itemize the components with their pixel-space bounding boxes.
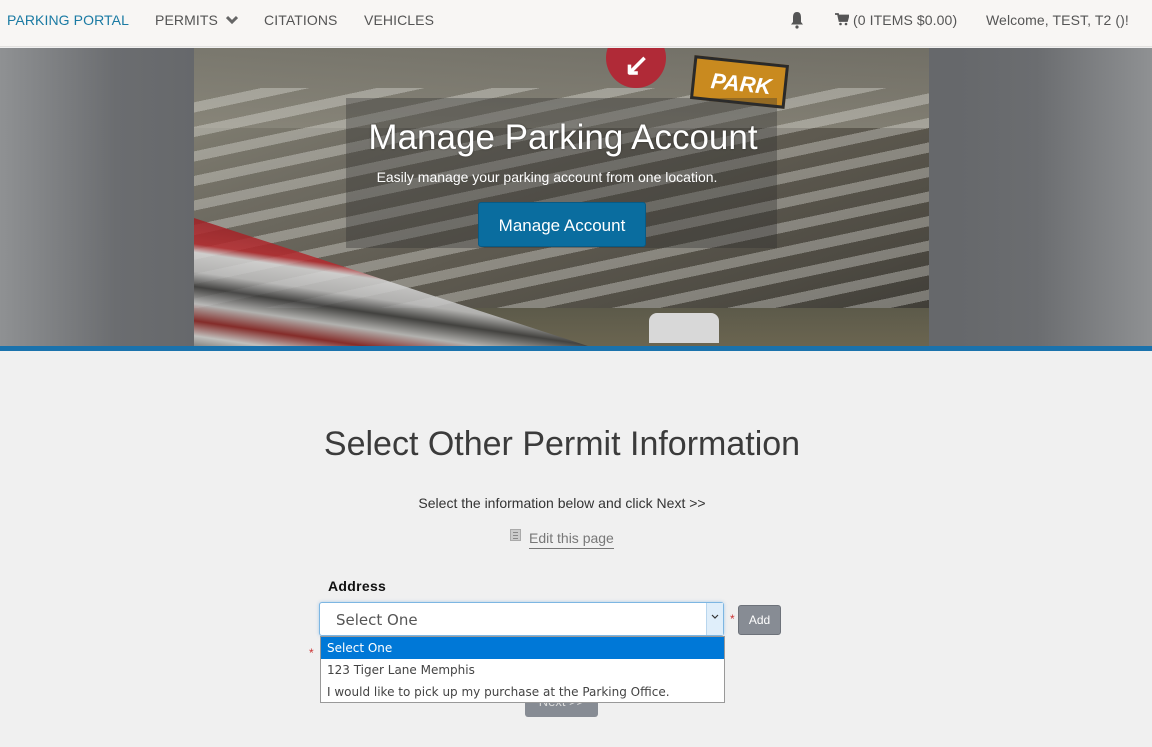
hero-banner: ↙ PARK Manage Parking Account Easily man… [0, 48, 1152, 346]
hero-title: Manage Parking Account [368, 118, 758, 157]
address-select-value: Select One [336, 611, 418, 629]
address-label: Address [328, 578, 387, 594]
welcome-user[interactable]: Welcome, TEST, T2 ()! [986, 12, 1129, 28]
cart-icon [835, 13, 849, 26]
arrow-down-left-icon: ↙ [624, 49, 650, 82]
hero-divider [0, 346, 1152, 351]
instructions-text: Select the information below and click N… [418, 495, 706, 511]
dropdown-option[interactable]: 123 Tiger Lane Memphis [321, 659, 724, 681]
cart-summary: (0 ITEMS $0.00) [853, 12, 958, 28]
required-marker: * [730, 612, 735, 626]
address-dropdown-list: Select One 123 Tiger Lane Memphis I woul… [320, 636, 725, 703]
page-title: Select Other Permit Information [323, 425, 801, 463]
nav-vehicles[interactable]: VEHICLES [364, 12, 434, 28]
top-navbar: PARKING PORTAL PERMITS CITATIONS VEHICLE… [0, 0, 1152, 47]
dropdown-option[interactable]: I would like to pick up my purchase at t… [321, 681, 724, 703]
dropdown-option[interactable]: Select One [321, 637, 724, 659]
manage-account-button[interactable]: Manage Account [478, 202, 646, 247]
bell-icon[interactable] [789, 11, 805, 29]
nav-permits[interactable]: PERMITS [155, 12, 238, 28]
chevron-down-icon[interactable] [706, 603, 723, 635]
nav-permits-label: PERMITS [155, 12, 218, 28]
edit-page-icon [510, 529, 521, 541]
nav-citations[interactable]: CITATIONS [264, 12, 338, 28]
edit-page-link[interactable]: Edit this page [529, 530, 614, 549]
edit-page-link-wrap: Edit this page [510, 529, 614, 549]
address-select[interactable]: Select One [319, 602, 724, 636]
add-address-button[interactable]: Add [738, 605, 781, 635]
cart-link[interactable]: (0 ITEMS $0.00) [835, 12, 957, 28]
car-graphic [649, 313, 719, 343]
park-sign-text: PARK [709, 68, 773, 100]
required-marker: * [309, 646, 314, 660]
chevron-down-icon [225, 15, 238, 25]
hero-subtitle: Easily manage your parking account from … [376, 169, 718, 185]
brand-link[interactable]: PARKING PORTAL [7, 12, 129, 28]
